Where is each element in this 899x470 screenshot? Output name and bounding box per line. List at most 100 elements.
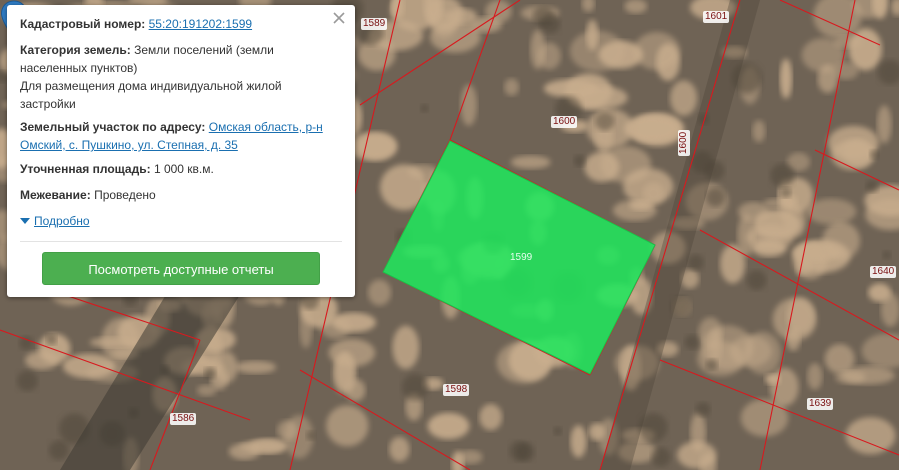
cadastral-number-row: Кадастровый номер: 55:20:191202:1599 bbox=[20, 15, 331, 33]
shrub-patch bbox=[869, 149, 879, 160]
permitted-use-text: Для размещения дома индивидуальной жилой… bbox=[20, 79, 282, 111]
terrain-patch bbox=[752, 239, 787, 257]
terrain-patch bbox=[458, 450, 483, 464]
terrain-patch bbox=[831, 139, 874, 170]
selected-parcel-label: 1599 bbox=[510, 252, 533, 263]
terrain-patch bbox=[861, 333, 899, 369]
terrain-patch bbox=[62, 353, 116, 379]
parcel-label-1600-vertical: 1600 bbox=[678, 129, 690, 156]
shrub-patch bbox=[780, 187, 792, 198]
view-reports-button[interactable]: Посмотреть доступные отчеты bbox=[42, 252, 320, 285]
terrain-patch bbox=[822, 221, 861, 260]
terrain-patch bbox=[299, 306, 313, 349]
terrain-patch bbox=[510, 155, 551, 169]
terrain-patch bbox=[740, 399, 789, 437]
shrub-patch bbox=[687, 254, 704, 271]
terrain-patch bbox=[479, 403, 503, 431]
shrub-patch bbox=[651, 447, 671, 467]
terrain-patch bbox=[877, 105, 892, 144]
shrub-patch bbox=[595, 111, 615, 131]
terrain-patch bbox=[25, 351, 59, 370]
terrain-patch bbox=[824, 344, 855, 374]
land-category-row: Категория земель: Земли поселений (земли… bbox=[20, 41, 331, 113]
terrain-patch bbox=[460, 84, 477, 126]
terrain-patch bbox=[332, 351, 357, 395]
terrain-patch bbox=[569, 30, 625, 72]
terrain-patch bbox=[570, 425, 587, 458]
area-row: Уточненная площадь: 1 000 кв.м. bbox=[20, 160, 331, 178]
shrub-patch bbox=[706, 187, 725, 207]
terrain-patch bbox=[584, 152, 620, 182]
parcel-label-1589: 1589 bbox=[361, 18, 388, 30]
terrain-patch bbox=[670, 80, 698, 116]
shrub-patch bbox=[46, 334, 57, 345]
shrub-patch bbox=[204, 367, 217, 379]
terrain-patch bbox=[392, 325, 420, 369]
survey-value: Проведено bbox=[94, 188, 156, 202]
shrub-patch bbox=[306, 430, 316, 441]
terrain-patch bbox=[235, 360, 277, 374]
shrub-patch bbox=[695, 402, 711, 417]
shrub-patch bbox=[420, 104, 429, 113]
parcel-label-1601: 1601 bbox=[703, 11, 730, 23]
terrain-patch bbox=[868, 283, 892, 302]
survey-label: Межевание: bbox=[20, 188, 91, 202]
shrub-patch bbox=[877, 59, 899, 85]
shrub-patch bbox=[770, 163, 795, 188]
divider bbox=[20, 241, 342, 242]
survey-row: Межевание: Проведено bbox=[20, 186, 331, 204]
address-row: Земельный участок по адресу: Омская обла… bbox=[20, 118, 331, 154]
terrain-patch bbox=[356, 132, 398, 161]
terrain-patch bbox=[845, 417, 896, 455]
terrain-patch bbox=[228, 443, 261, 460]
parcel-info-popup: Кадастровый номер: 55:20:191202:1599 Кат… bbox=[7, 5, 355, 297]
terrain-patch bbox=[504, 78, 519, 96]
terrain-patch bbox=[624, 0, 648, 14]
shrub-patch bbox=[17, 370, 38, 392]
terrain-patch bbox=[848, 28, 882, 71]
cadastral-number-label: Кадастровый номер: bbox=[20, 17, 146, 31]
shrub-patch bbox=[882, 250, 892, 260]
parcel-label-1586: 1586 bbox=[170, 413, 197, 425]
terrain-patch bbox=[779, 58, 793, 99]
details-link[interactable]: Подробно bbox=[34, 214, 90, 228]
terrain-patch bbox=[891, 0, 899, 16]
terrain-patch bbox=[752, 209, 801, 240]
shrub-patch bbox=[540, 13, 561, 34]
terrain-patch bbox=[389, 436, 410, 462]
terrain-patch bbox=[427, 412, 470, 440]
terrain-patch bbox=[326, 405, 369, 447]
terrain-patch bbox=[708, 329, 723, 363]
terrain-patch bbox=[763, 198, 793, 209]
parcel-label-1639: 1639 bbox=[807, 398, 834, 410]
close-icon[interactable] bbox=[332, 11, 346, 25]
area-label: Уточненная площадь: bbox=[20, 162, 151, 176]
shrub-patch bbox=[401, 373, 429, 401]
cadastral-number-link[interactable]: 55:20:191202:1599 bbox=[149, 17, 252, 31]
area-value: 1 000 кв.м. bbox=[153, 162, 214, 176]
terrain-patch bbox=[581, 0, 595, 12]
shrub-patch bbox=[48, 440, 69, 461]
shrub-patch bbox=[553, 426, 562, 436]
shrub-patch bbox=[865, 180, 879, 193]
triangle-down-icon bbox=[20, 218, 30, 224]
land-category-label: Категория земель: bbox=[20, 43, 131, 57]
terrain-patch bbox=[642, 182, 665, 205]
details-toggle[interactable]: Подробно bbox=[20, 213, 90, 229]
parcel-label-1640: 1640 bbox=[870, 266, 897, 278]
terrain-patch bbox=[752, 120, 766, 143]
terrain-patch bbox=[772, 298, 817, 341]
terrain-patch bbox=[690, 412, 706, 452]
terrain-patch bbox=[633, 32, 680, 70]
parcel-label-1600: 1600 bbox=[551, 116, 578, 128]
parcel-label-1598: 1598 bbox=[443, 384, 470, 396]
shrub-patch bbox=[706, 358, 718, 371]
address-label: Земельный участок по адресу: bbox=[20, 120, 206, 134]
terrain-patch bbox=[367, 279, 392, 306]
shrub-patch bbox=[509, 441, 530, 462]
shrub-patch bbox=[684, 334, 700, 350]
terrain-patch bbox=[807, 363, 823, 390]
shrub-patch bbox=[573, 154, 586, 167]
terrain-patch bbox=[530, 29, 546, 70]
shrub-patch bbox=[746, 270, 767, 291]
